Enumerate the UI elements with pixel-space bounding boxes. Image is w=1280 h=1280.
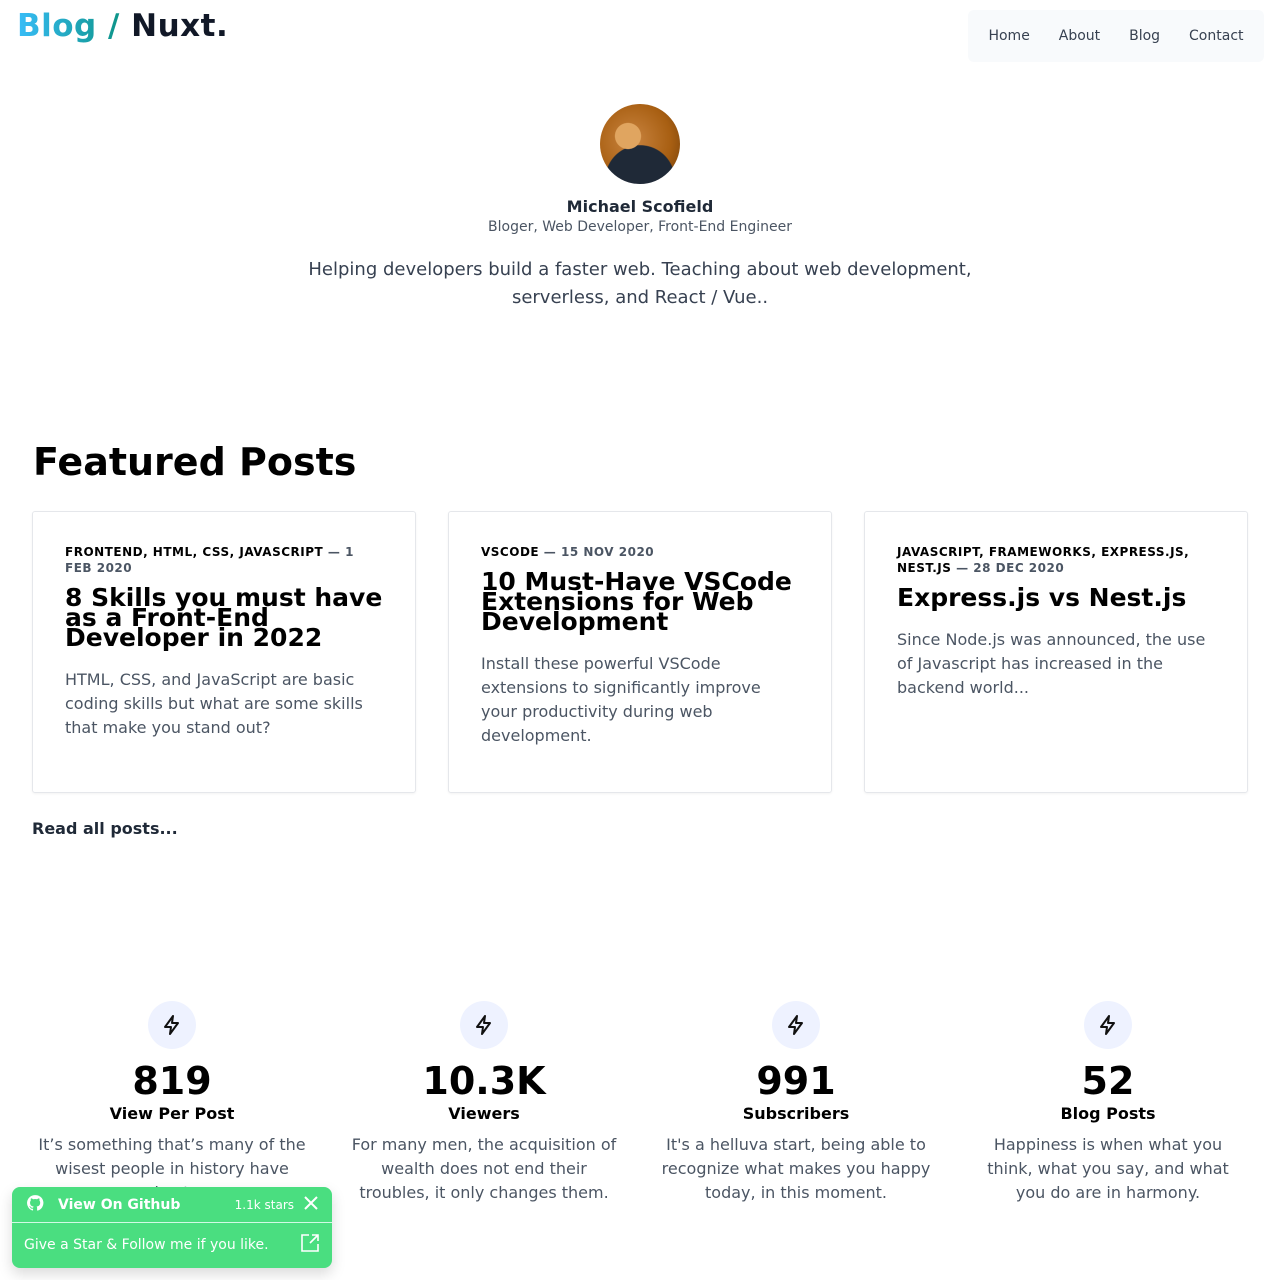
post-meta: VSCODE — 15 NOV 2020 (481, 545, 655, 559)
stat-description: Happiness is when what you think, what y… (987, 1135, 1229, 1202)
post-description: Install these powerful VSCode extensions… (481, 654, 761, 745)
stat-label: Viewers (448, 1104, 520, 1123)
avatar (600, 104, 680, 184)
github-icon (26, 1194, 44, 1216)
featured-posts-heading: Featured Posts (33, 440, 357, 484)
post-description: Since Node.js was announced, the use of … (897, 630, 1206, 697)
lightning-icon (148, 1001, 196, 1049)
stat-label: View Per Post (109, 1104, 235, 1123)
close-icon[interactable] (304, 1195, 318, 1214)
stat-item: 991 Subscribers It's a helluva start, be… (640, 1001, 952, 1205)
stat-value: 991 (756, 1059, 836, 1103)
post-title[interactable]: 8 Skills you must have as a Front-End De… (65, 585, 383, 652)
github-follow-message: Give a Star & Follow me if you like. (24, 1237, 269, 1253)
github-stars: 1.1k stars (234, 1197, 294, 1212)
post-title[interactable]: Express.js vs Nest.js (897, 585, 1215, 612)
stat-value: 52 (1081, 1059, 1135, 1103)
post-title[interactable]: 10 Must-Have VSCode Extensions for Web D… (481, 569, 799, 636)
stat-label: Subscribers (742, 1104, 850, 1123)
stat-item: 52 Blog Posts Happiness is when what you… (952, 1001, 1264, 1205)
post-card[interactable]: VSCODE — 15 NOV 2020 10 Must-Have VSCode… (448, 511, 832, 793)
main-nav: Home About Blog Contact (968, 10, 1264, 62)
stat-description: For many men, the acquisition of wealth … (351, 1135, 617, 1202)
nav-contact[interactable]: Contact (1189, 28, 1243, 44)
profile-role: Bloger, Web Developer, Front-End Enginee… (488, 219, 792, 235)
view-on-github-link[interactable]: View On Github (58, 1197, 235, 1213)
lightning-icon (460, 1001, 508, 1049)
post-card[interactable]: FRONTEND, HTML, CSS, JAVASCRIPT — 1 FEB … (32, 511, 416, 793)
stat-value: 819 (132, 1059, 212, 1103)
read-all-posts-link[interactable]: Read all posts... (32, 819, 178, 838)
site-logo[interactable]: Blog / Nuxt. (17, 8, 228, 44)
github-banner: View On Github 1.1k stars Give a Star & … (12, 1187, 332, 1268)
nav-about[interactable]: About (1059, 28, 1100, 44)
stat-label: Blog Posts (1060, 1104, 1156, 1123)
stat-value: 10.3K (422, 1059, 546, 1103)
external-link-icon[interactable] (300, 1233, 320, 1257)
lightning-icon (1084, 1001, 1132, 1049)
post-meta: FRONTEND, HTML, CSS, JAVASCRIPT — 1 FEB … (65, 545, 354, 575)
stat-item: 819 View Per Post It’s something that’s … (16, 1001, 328, 1205)
nav-home[interactable]: Home (988, 28, 1029, 44)
profile-name: Michael Scofield (566, 197, 714, 216)
post-description: HTML, CSS, and JavaScript are basic codi… (65, 670, 363, 737)
profile-bio: Helping developers build a faster web. T… (308, 259, 972, 308)
post-meta: JAVASCRIPT, FRAMEWORKS, EXPRESS.JS, NEST… (897, 545, 1190, 575)
stat-description: It's a helluva start, being able to reco… (661, 1135, 931, 1202)
stat-item: 10.3K Viewers For many men, the acquisit… (328, 1001, 640, 1205)
post-card[interactable]: JAVASCRIPT, FRAMEWORKS, EXPRESS.JS, NEST… (864, 511, 1248, 793)
nav-blog[interactable]: Blog (1129, 28, 1160, 44)
lightning-icon (772, 1001, 820, 1049)
